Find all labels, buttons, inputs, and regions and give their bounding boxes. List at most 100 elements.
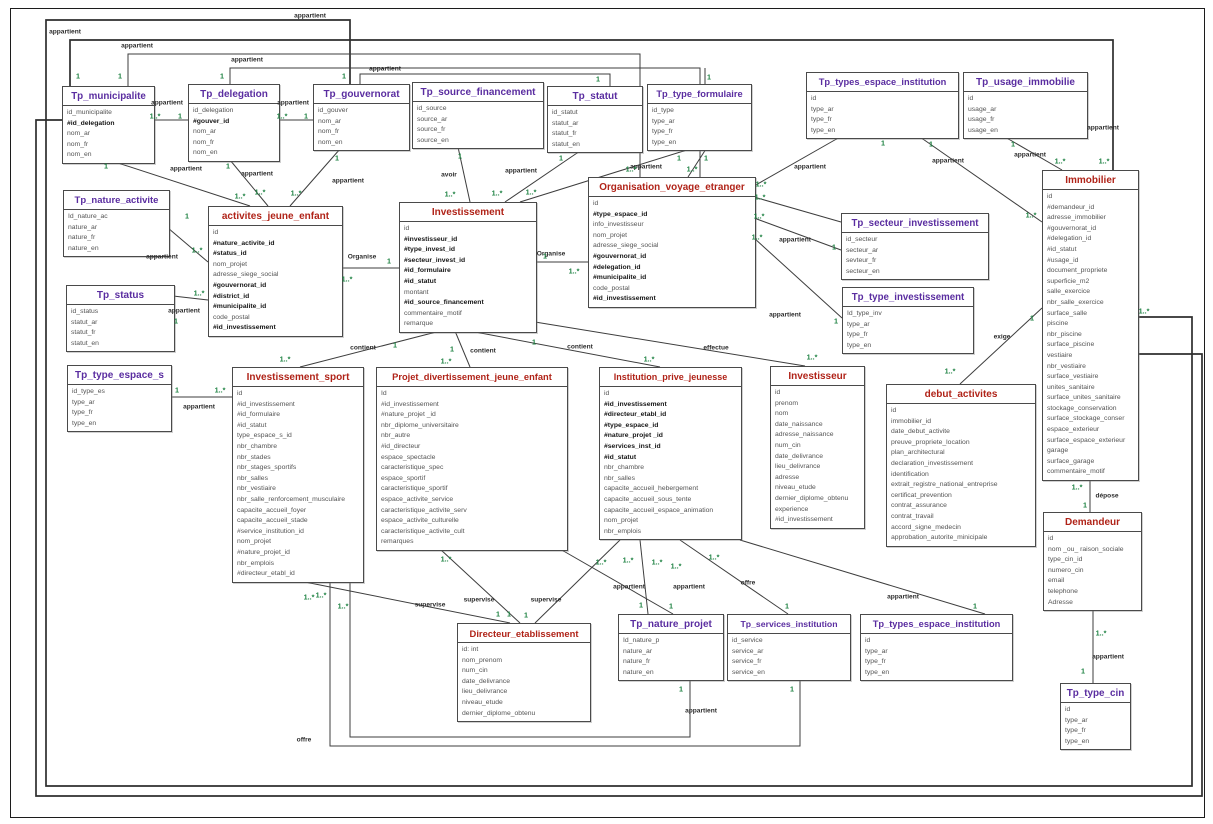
table-title: Immobilier [1043, 171, 1138, 190]
table-tp_municipalite[interactable]: Tp_municipaliteid_municipalite#id_delega… [62, 86, 155, 164]
multiplicity-label: 1 [175, 386, 179, 395]
table-field: nbr_emplois [233, 559, 363, 570]
table-field: Id [377, 389, 567, 400]
table-tp_secteur_investissement[interactable]: Tp_secteur_investissementid_secteursecte… [841, 213, 989, 280]
table-field: nbr_chambre [233, 442, 363, 453]
multiplicity-label: 1..* [1139, 307, 1150, 316]
multiplicity-label: 1..* [626, 165, 637, 174]
multiplicity-label: 1 [559, 154, 563, 163]
table-field: #id_statut [233, 421, 363, 432]
table-field: nbr_vestiaire [1043, 362, 1138, 373]
table-field-list: id_municipalite#id_delegationnom_arnom_f… [63, 106, 154, 163]
table-field: #id_source_financement [400, 298, 536, 309]
table-field: type_ar [648, 117, 751, 128]
multiplicity-label: 1 [677, 154, 681, 163]
table-field-list: idnom _ou_ raison_socialetype_cin_idnume… [1044, 532, 1141, 610]
table-field: immobilier_id [887, 417, 1035, 428]
table-tp_usage_immobilie[interactable]: Tp_usage_immobilieidusage_arusage_frusag… [963, 72, 1088, 139]
er-diagram-canvas: Tp_municipaliteid_municipalite#id_delega… [0, 0, 1213, 824]
relation-label: appartient [932, 158, 964, 165]
relation-label: appartient [505, 168, 537, 175]
table-field: id [771, 388, 864, 399]
table-field-list: id_statutstatut_arstatut_frstatut_en [548, 106, 642, 152]
relation-label: appartient [294, 13, 326, 20]
table-field: usage_ar [964, 105, 1087, 116]
relation-label: appartient [1092, 654, 1124, 661]
table-immobilier[interactable]: Immobilierid#demandeur_idadresse_immobil… [1042, 170, 1139, 481]
table-tp_types_espace_institution[interactable]: Tp_types_espace_institutionidtype_artype… [806, 72, 959, 139]
table-field: nom_en [314, 138, 409, 149]
table-institution_prive_jeunesse[interactable]: Institution_prive_jeunesseid#id_investis… [599, 367, 742, 540]
table-tp_type_formulaire[interactable]: Tp_type_formulaireid_typetype_artype_frt… [647, 84, 752, 151]
table-field: id_delegation [189, 106, 279, 117]
table-field: remarque [400, 319, 536, 330]
table-tp_type_espace_s[interactable]: Tp_type_espace_sid_type_estype_artype_fr… [67, 365, 172, 432]
multiplicity-label: 1..* [441, 357, 452, 366]
table-field: id_source [413, 104, 543, 115]
table-investissement_sport[interactable]: Investissement_sportid#id_investissement… [232, 367, 364, 583]
table-field: surface_stockage_conser [1043, 414, 1138, 425]
table-title: Tp_type_espace_s [68, 366, 171, 385]
table-field: #usage_id [1043, 256, 1138, 267]
table-tp_services_institution[interactable]: Tp_services_institutionid_serviceservice… [727, 614, 851, 681]
table-investissement[interactable]: Investissementid#investisseur_id#type_in… [399, 202, 537, 333]
table-tp_type_cin[interactable]: Tp_type_cinidtype_artype_frtype_en [1060, 683, 1131, 750]
table-tp_delegation[interactable]: Tp_delegationid_delegation#gouver_idnom_… [188, 84, 280, 162]
table-organisation_voyage_etranger[interactable]: Organisation_voyage_etrangerid#type_espa… [588, 177, 756, 308]
table-field-list: Id_nature_acnature_arnature_frnature_en [64, 210, 169, 256]
table-field: Id_nature_p [619, 636, 723, 647]
table-field-list: idtype_artype_frtype_en [807, 92, 958, 138]
table-field: Adresse [1044, 598, 1141, 609]
table-field: superficie_m2 [1043, 277, 1138, 288]
table-projet_divertissement_jeune_enfant[interactable]: Projet_divertissement_jeune_enfantId#id_… [376, 367, 568, 551]
table-field: #id_directeur [377, 442, 567, 453]
table-field: prenom [771, 399, 864, 410]
table-field: declaration_investissement [887, 459, 1035, 470]
table-field: nom_projet [209, 260, 342, 271]
relation-label: effectue [703, 345, 728, 352]
table-field: date_delivrance [458, 677, 590, 688]
multiplicity-label: 1 [387, 257, 391, 266]
relation-label: appartient [613, 584, 645, 591]
multiplicity-label: 1 [458, 152, 462, 161]
table-field: capacite_accueil_sous_tente [600, 495, 741, 506]
table-field: type_cin_id [1044, 555, 1141, 566]
table-field: #municipalite_id [209, 302, 342, 313]
table-field: type_ar [68, 398, 171, 409]
table-tp_gouvernorat[interactable]: Tp_gouvernoratid_gouvernom_arnom_frnom_e… [313, 84, 410, 151]
relation-label: appartient [685, 708, 717, 715]
table-field: #id_investissement [600, 400, 741, 411]
table-field-list: id_sourcesource_arsource_frsource_en [413, 102, 543, 148]
table-field: #district_id [209, 292, 342, 303]
multiplicity-label: 1..* [150, 112, 161, 121]
multiplicity-label: 1 [834, 317, 838, 326]
table-title: Investisseur [771, 367, 864, 386]
table-title: Institution_prive_jeunesse [600, 368, 741, 387]
table-investisseur[interactable]: Investisseuridprenomnomdate_naissanceadr… [770, 366, 865, 529]
table-field: #demandeur_id [1043, 203, 1138, 214]
table-field: #id_investissement [589, 294, 755, 305]
table-field: #type_espace_id [600, 421, 741, 432]
multiplicity-label: 1 [881, 139, 885, 148]
table-directeur_etablissement[interactable]: Directeur_etablissementid: intnom_prenom… [457, 623, 591, 722]
table-field: type_en [861, 668, 1012, 679]
table-field-list: id#demandeur_idadresse_immobilier#gouver… [1043, 190, 1138, 480]
table-field: statut_en [67, 339, 174, 350]
multiplicity-label: 1..* [441, 555, 452, 564]
table-debut_activites[interactable]: debut_activitesidimmobilier_iddate_debut… [886, 384, 1036, 547]
table-field: document_propriete [1043, 266, 1138, 277]
table-tp_statut[interactable]: Tp_statutid_statutstatut_arstatut_frstat… [547, 86, 643, 153]
table-field: telephone [1044, 587, 1141, 598]
table-tp_types_espace_institution[interactable]: Tp_types_espace_institutionidtype_artype… [860, 614, 1013, 681]
table-tp_nature_activite[interactable]: Tp_nature_activiteId_nature_acnature_arn… [63, 190, 170, 257]
table-field: lieu_delivrance [771, 462, 864, 473]
table-demandeur[interactable]: Demandeuridnom _ou_ raison_socialetype_c… [1043, 512, 1142, 611]
table-activites_jeune_enfant[interactable]: activites_jeune_enfantid#nature_activite… [208, 206, 343, 337]
table-title: Tp_nature_projet [619, 615, 723, 634]
multiplicity-label: 1..* [192, 246, 203, 255]
table-tp_status[interactable]: Tp_statusid_statusstatut_arstatut_frstat… [66, 285, 175, 352]
table-field-list: id#id_investissement#directeur_etabl_id#… [600, 387, 741, 539]
table-tp_type_investissement[interactable]: Tp_type_investissementId_type_invtype_ar… [842, 287, 974, 354]
table-tp_nature_projet[interactable]: Tp_nature_projetId_nature_pnature_arnatu… [618, 614, 724, 681]
table-tp_source_financement[interactable]: Tp_source_financementid_sourcesource_ars… [412, 82, 544, 149]
